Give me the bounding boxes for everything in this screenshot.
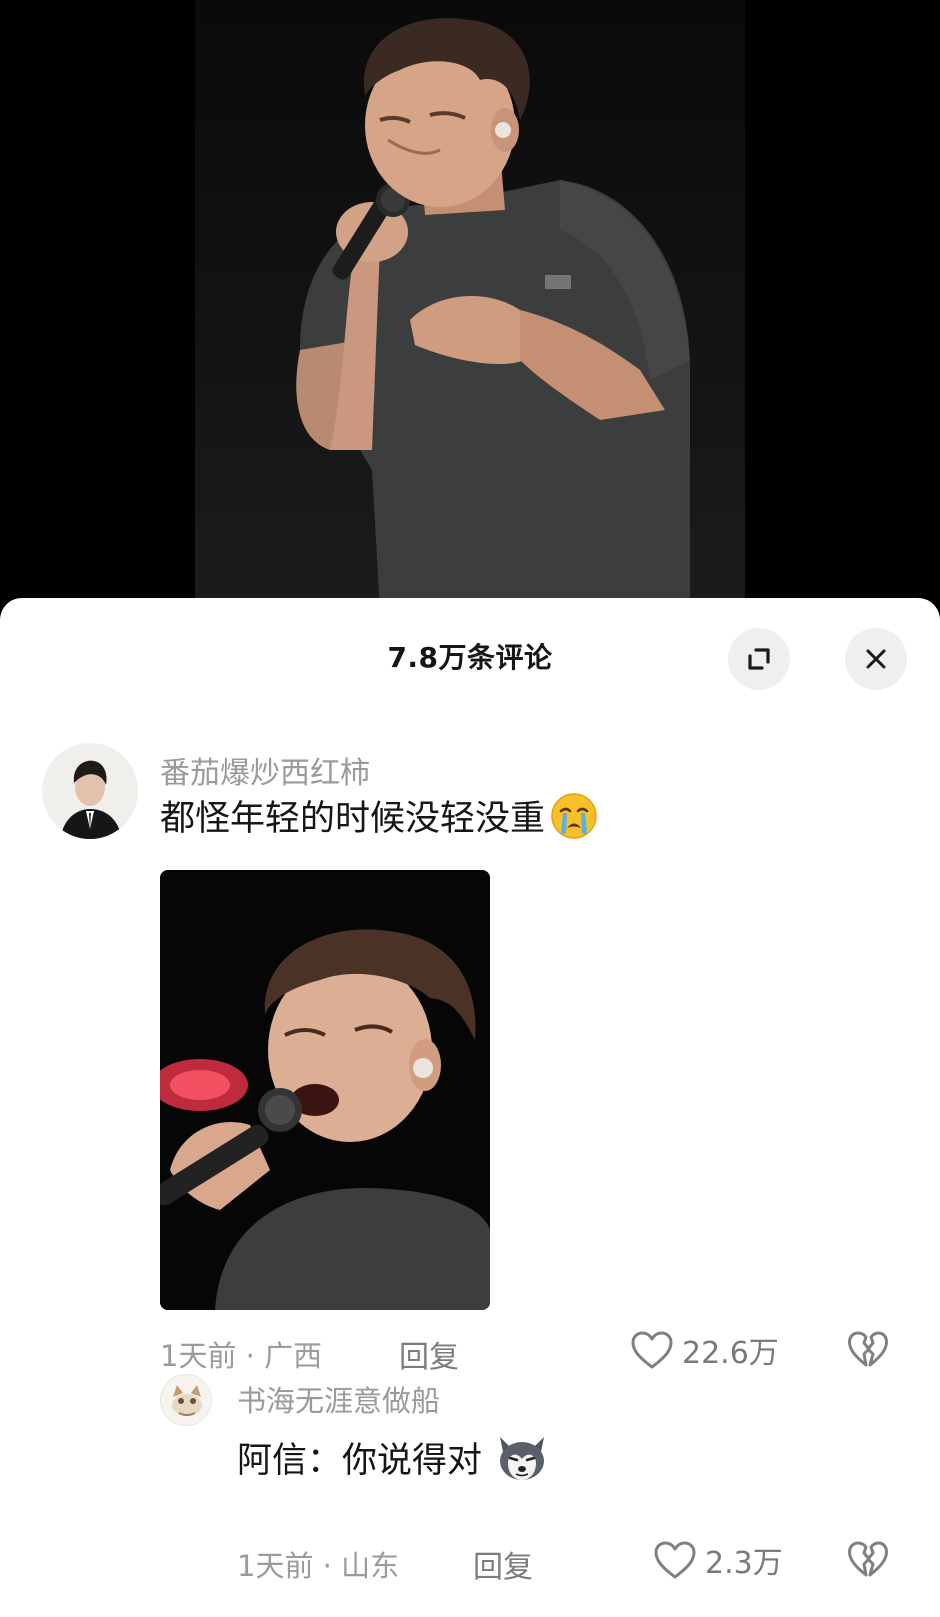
reply-button[interactable]: 回复	[399, 1332, 459, 1376]
reply-avatar[interactable]	[160, 1374, 212, 1426]
reply-avatar-image	[161, 1375, 211, 1425]
like-button[interactable]: 22.6万	[630, 1328, 779, 1372]
dislike-button[interactable]	[846, 1328, 890, 1372]
reply-meta: 1天前 · 山东	[237, 1549, 400, 1583]
reply-like-count: 2.3万	[705, 1546, 783, 1581]
broken-heart-icon	[848, 1331, 888, 1367]
comment-username[interactable]: 番茄爆炒西红柿	[160, 748, 370, 792]
reply-username[interactable]: 书海无涯意做船	[237, 1378, 440, 1420]
comment-sheet: 7.8万条评论 番茄爆炒西红柿 都怪年轻的时候没轻没重 1天前 · 广西 回复 …	[0, 598, 940, 1617]
comment-body: 都怪年轻的时候没轻没重	[160, 799, 546, 839]
avatar[interactable]	[42, 743, 138, 839]
reply-body: 阿信：你说得对	[237, 1441, 483, 1481]
avatar-photo	[42, 743, 138, 839]
comment-image-illustration	[160, 870, 490, 1310]
reply-button[interactable]: 回复	[473, 1542, 533, 1586]
broken-heart-icon	[848, 1541, 888, 1577]
close-icon	[866, 649, 886, 669]
heart-outline-icon	[654, 1541, 696, 1579]
comment-text: 都怪年轻的时候没轻没重	[160, 790, 599, 841]
comment-meta: 1天前 · 广西	[160, 1339, 323, 1373]
heart-outline-icon	[631, 1331, 673, 1369]
expand-button[interactable]	[728, 628, 790, 690]
close-button[interactable]	[845, 628, 907, 690]
comment-count-title: 7.8万条评论	[387, 641, 553, 674]
expand-icon	[748, 648, 770, 670]
crying-face-emoji-icon	[551, 792, 597, 839]
comment-image[interactable]	[160, 870, 490, 1310]
singer-illustration	[296, 18, 690, 610]
husky-dog-emoji-icon	[500, 1436, 545, 1480]
like-count: 22.6万	[682, 1336, 779, 1371]
reply-like-button[interactable]: 2.3万	[653, 1538, 783, 1582]
reply-dislike-button[interactable]	[846, 1538, 890, 1582]
post-photo[interactable]	[0, 0, 940, 610]
reply-text: 阿信：你说得对	[237, 1432, 550, 1483]
